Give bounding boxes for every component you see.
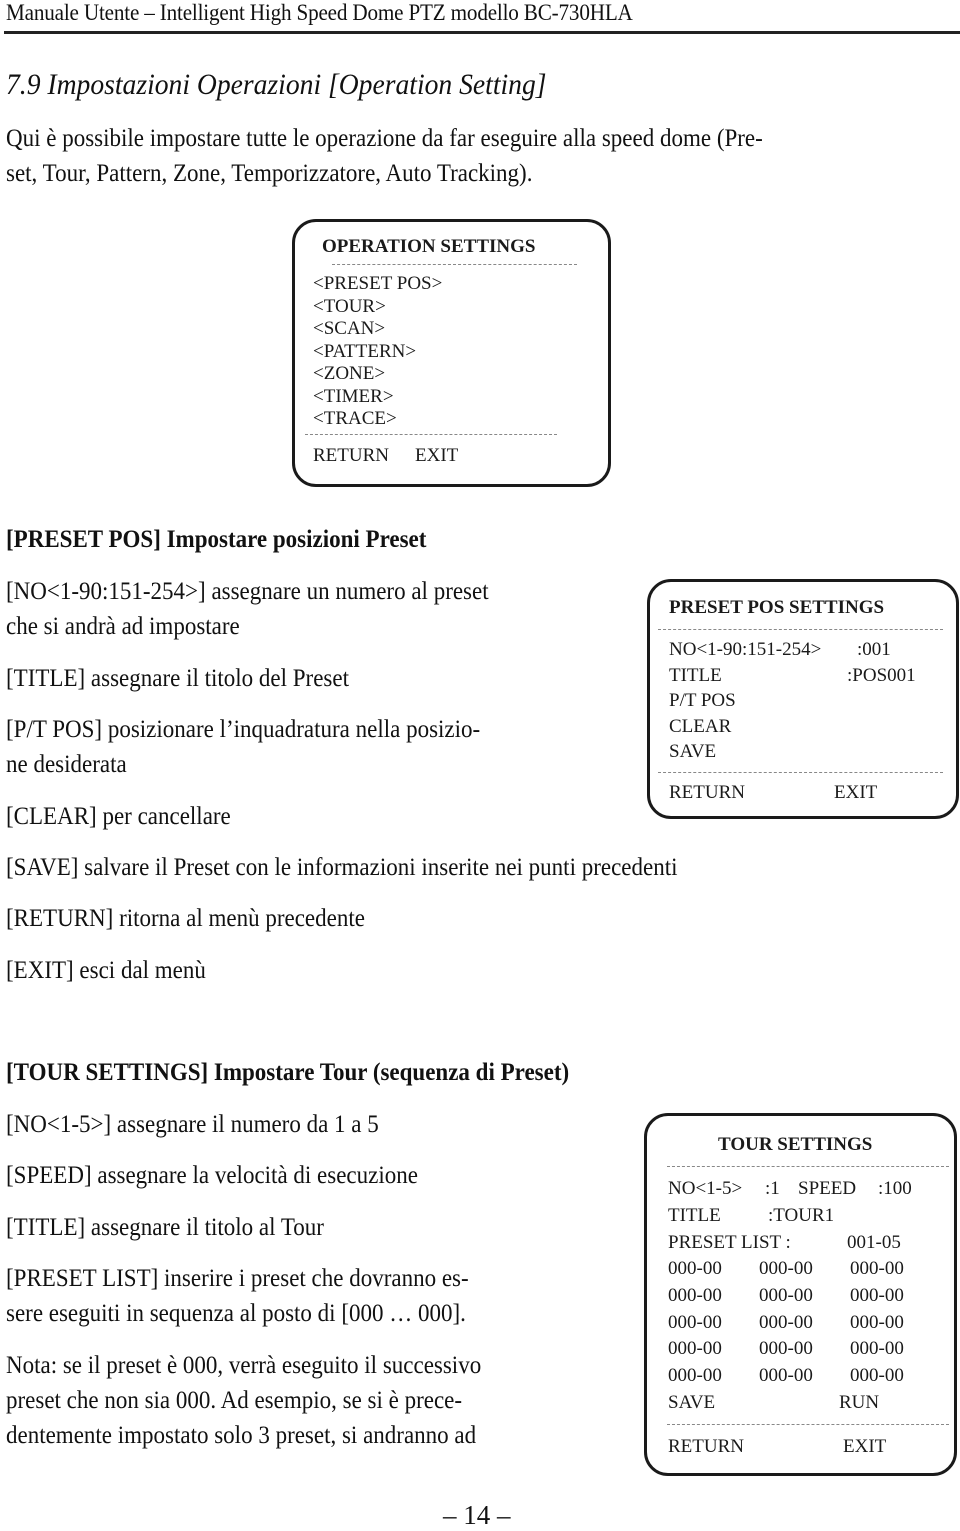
preset-line: [CLEAR] per cancellare <box>6 803 231 830</box>
title-label[interactable]: TITLE <box>669 665 722 687</box>
preset-slot[interactable]: 000-00 <box>850 1338 904 1360</box>
return-button[interactable]: RETURN <box>668 1436 744 1458</box>
menu-item-timer[interactable]: <TIMER> <box>313 386 394 408</box>
running-header: Manuale Utente – Intelligent High Speed … <box>6 0 633 25</box>
title-value[interactable]: :TOUR1 <box>768 1205 834 1227</box>
divider <box>667 1424 949 1425</box>
osd-title: TOUR SETTINGS <box>718 1134 873 1155</box>
divider <box>658 772 943 773</box>
preset-list-value[interactable]: 001-05 <box>847 1232 901 1254</box>
preset-line: [NO<1-90:151-254>] assegnare un numero a… <box>6 578 489 605</box>
preset-pos-settings-menu: PRESET POS SETTINGS NO<1-90:151-254> :00… <box>647 579 959 819</box>
preset-line: che si andrà ad impostare <box>6 613 240 640</box>
preset-slot[interactable]: 000-00 <box>668 1365 722 1387</box>
intro-line-2: set, Tour, Pattern, Zone, Temporizzatore… <box>6 160 533 187</box>
menu-item-pattern[interactable]: <PATTERN> <box>313 341 416 363</box>
preset-number-label[interactable]: NO<1-90:151-254> <box>669 639 821 661</box>
divider <box>667 1166 949 1167</box>
menu-item-zone[interactable]: <ZONE> <box>313 363 385 385</box>
tour-line: [TITLE] assegnare il titolo al Tour <box>6 1214 324 1241</box>
pt-pos-item[interactable]: P/T POS <box>669 690 736 712</box>
menu-item-preset-pos[interactable]: <PRESET POS> <box>313 273 442 295</box>
preset-slot[interactable]: 000-00 <box>759 1312 813 1334</box>
preset-list-label: PRESET LIST : <box>668 1232 791 1253</box>
preset-line: [P/T POS] posizionare l’inquadratura nel… <box>6 716 481 743</box>
save-item[interactable]: SAVE <box>669 741 716 763</box>
tour-line: Nota: se il preset è 000, verrà eseguito… <box>6 1352 482 1379</box>
preset-line: [SAVE] salvare il Preset con le informaz… <box>6 854 678 881</box>
operation-settings-menu: OPERATION SETTINGS <PRESET POS> <TOUR> <… <box>292 219 611 487</box>
preset-slot[interactable]: 000-00 <box>668 1258 722 1280</box>
tour-line: [NO<1-5>] assegnare il numero da 1 a 5 <box>6 1111 379 1138</box>
tour-line: sere eseguiti in sequenza al posto di [0… <box>6 1300 466 1327</box>
osd-title: PRESET POS SETTINGS <box>669 597 885 618</box>
page-number: – 14 – <box>443 1500 511 1530</box>
preset-slot[interactable]: 000-00 <box>850 1365 904 1387</box>
speed-label[interactable]: SPEED <box>798 1178 856 1200</box>
header-rule <box>4 31 960 34</box>
tour-settings-menu: TOUR SETTINGS NO<1-5> :1 SPEED :100 TITL… <box>644 1113 957 1476</box>
intro-line-1: Qui è possibile impostare tutte le opera… <box>6 125 763 152</box>
tour-line: preset che non sia 000. Ad esempio, se s… <box>6 1387 463 1414</box>
preset-slot[interactable]: 000-00 <box>759 1338 813 1360</box>
preset-heading: [PRESET POS] Impostare posizioni Preset <box>6 526 427 553</box>
preset-number-value[interactable]: :001 <box>857 639 891 661</box>
title-label[interactable]: TITLE <box>668 1205 721 1227</box>
exit-button[interactable]: EXIT <box>834 782 877 804</box>
speed-value[interactable]: :100 <box>878 1178 912 1200</box>
tour-line: [SPEED] assegnare la velocità di esecuzi… <box>6 1162 418 1189</box>
return-button[interactable]: RETURN <box>313 445 389 467</box>
tour-line: [PRESET LIST] inserire i preset che dovr… <box>6 1265 469 1292</box>
exit-button[interactable]: EXIT <box>843 1436 886 1458</box>
divider <box>305 434 557 435</box>
preset-slot[interactable]: 000-00 <box>850 1285 904 1307</box>
menu-item-trace[interactable]: <TRACE> <box>313 408 397 430</box>
run-item[interactable]: RUN <box>839 1392 879 1414</box>
preset-line: [RETURN] ritorna al menù precedente <box>6 905 365 932</box>
preset-slot[interactable]: 000-00 <box>668 1285 722 1307</box>
osd-title: OPERATION SETTINGS <box>322 236 536 257</box>
divider <box>332 264 577 265</box>
menu-item-scan[interactable]: <SCAN> <box>313 318 385 340</box>
preset-line: [TITLE] assegnare il titolo del Preset <box>6 665 349 692</box>
title-value[interactable]: :POS001 <box>847 665 916 687</box>
clear-item[interactable]: CLEAR <box>669 716 731 738</box>
tour-line: dentemente impostato solo 3 preset, si a… <box>6 1422 477 1449</box>
preset-slot[interactable]: 000-00 <box>850 1312 904 1334</box>
preset-slot[interactable]: 000-00 <box>850 1258 904 1280</box>
preset-slot[interactable]: 000-00 <box>759 1365 813 1387</box>
preset-line: ne desiderata <box>6 751 127 778</box>
tour-number-value[interactable]: :1 <box>765 1178 780 1200</box>
preset-slot[interactable]: 000-00 <box>759 1285 813 1307</box>
preset-slot[interactable]: 000-00 <box>668 1312 722 1334</box>
divider <box>658 629 943 630</box>
menu-item-tour[interactable]: <TOUR> <box>313 296 386 318</box>
save-item[interactable]: SAVE <box>668 1392 715 1414</box>
exit-button[interactable]: EXIT <box>415 445 458 467</box>
section-title: 7.9 Impostazioni Operazioni [Operation S… <box>6 68 547 101</box>
tour-heading: [TOUR SETTINGS] Impostare Tour (sequenza… <box>6 1059 570 1086</box>
preset-slot[interactable]: 000-00 <box>759 1258 813 1280</box>
return-button[interactable]: RETURN <box>669 782 745 804</box>
tour-number-label[interactable]: NO<1-5> <box>668 1178 742 1200</box>
preset-slot[interactable]: 000-00 <box>668 1338 722 1360</box>
preset-line: [EXIT] esci dal menù <box>6 957 206 984</box>
